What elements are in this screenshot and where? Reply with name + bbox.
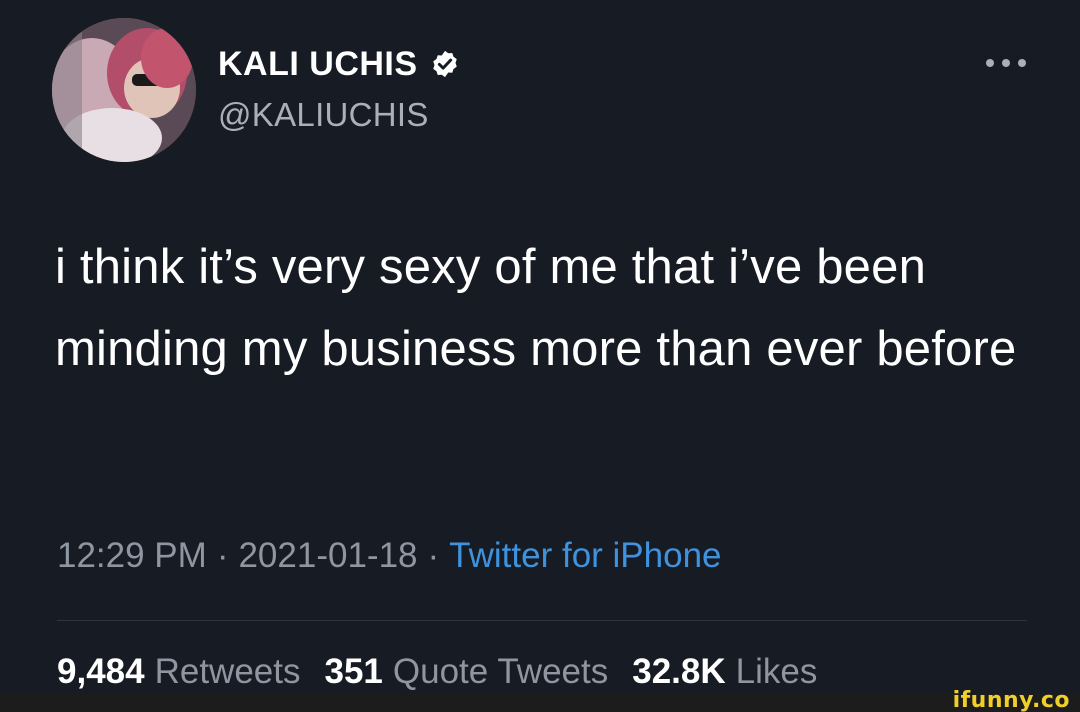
quote-tweets-label: Quote Tweets: [392, 652, 609, 691]
quote-tweets-stat[interactable]: 351 Quote Tweets: [325, 652, 609, 692]
display-name[interactable]: KALI UCHIS: [218, 45, 418, 84]
tweet-stats: 9,484 Retweets 351 Quote Tweets 32.8K Li…: [57, 652, 817, 692]
retweets-count: 9,484: [57, 652, 145, 691]
likes-count: 32.8K: [632, 652, 726, 691]
more-options-icon[interactable]: [986, 50, 1026, 76]
ifunny-watermark: ifunny.co: [952, 688, 1070, 712]
retweets-label: Retweets: [154, 652, 301, 691]
author-name-row: KALI UCHIS: [218, 42, 460, 86]
retweets-stat[interactable]: 9,484 Retweets: [57, 652, 301, 692]
tweet-text: i think it’s very sexy of me that i’ve b…: [55, 240, 1017, 376]
tweet-time[interactable]: 12:29 PM: [57, 536, 207, 576]
avatar-photo-icon: [52, 18, 196, 162]
author-handle[interactable]: @KALIUCHIS: [218, 96, 429, 134]
meta-separator: ·: [427, 536, 440, 575]
dot: [1018, 59, 1026, 67]
watermark-bar: [0, 694, 1080, 712]
dot: [1002, 59, 1010, 67]
meta-separator: ·: [216, 536, 229, 575]
avatar[interactable]: [52, 18, 196, 162]
tweet-card: KALI UCHIS @KALIUCHIS i think it’s very …: [0, 0, 1080, 712]
likes-stat[interactable]: 32.8K Likes: [632, 652, 817, 692]
divider: [57, 620, 1027, 621]
tweet-date[interactable]: 2021-01-18: [238, 536, 417, 576]
quote-tweets-count: 351: [324, 652, 383, 691]
tweet-source-link[interactable]: Twitter for iPhone: [449, 536, 721, 576]
likes-label: Likes: [735, 652, 818, 691]
tweet-meta: 12:29 PM · 2021-01-18 · Twitter for iPho…: [57, 536, 722, 576]
dot: [986, 59, 994, 67]
verified-badge-icon: [432, 50, 457, 78]
